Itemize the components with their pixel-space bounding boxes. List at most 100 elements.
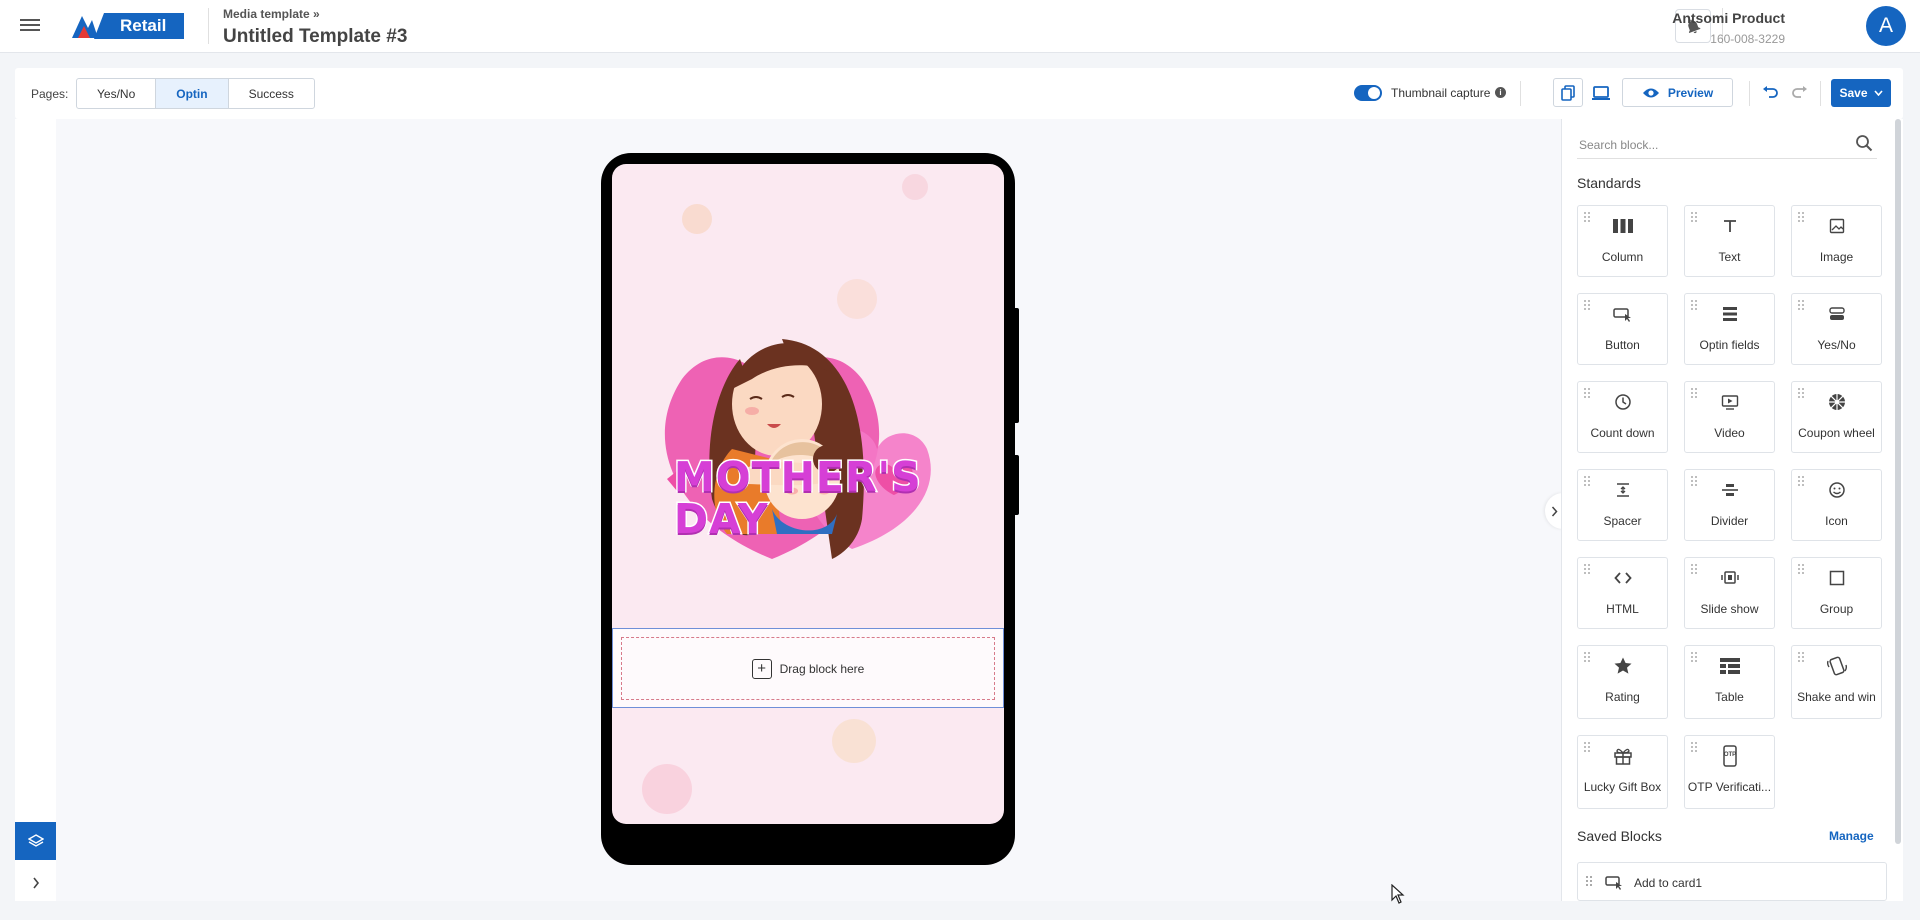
block-label: Image xyxy=(1819,250,1854,264)
block-group[interactable]: Group xyxy=(1791,557,1882,629)
artwork-heading: MOTHER'S DAY xyxy=(673,453,923,543)
artwork-heading-line: DAY xyxy=(673,495,770,543)
background-flower xyxy=(832,719,876,763)
chevron-down-icon xyxy=(1873,90,1883,96)
coupon-wheel-icon xyxy=(1792,390,1881,414)
thumbnail-toggle[interactable] xyxy=(1354,85,1382,101)
tab-optin[interactable]: Optin xyxy=(156,79,229,108)
breadcrumb[interactable]: Media template » xyxy=(223,7,320,21)
block-label: Yes/No xyxy=(1817,338,1856,352)
block-label: Table xyxy=(1715,690,1744,704)
preview-button[interactable]: Preview xyxy=(1622,78,1733,107)
block-button[interactable]: Button xyxy=(1577,293,1668,365)
drop-zone-inner[interactable]: + Drag block here xyxy=(621,637,995,700)
block-column[interactable]: Column xyxy=(1577,205,1668,277)
chevron-right-icon xyxy=(1551,506,1558,516)
block-table[interactable]: Table xyxy=(1684,645,1775,719)
block-label: Coupon wheel xyxy=(1798,426,1875,440)
save-button[interactable]: Save xyxy=(1831,79,1891,107)
side-button xyxy=(1015,455,1019,515)
saved-block-label: Add to card1 xyxy=(1634,876,1703,890)
thumbnail-label: Thumbnail capture xyxy=(1391,86,1491,100)
table-icon xyxy=(1685,654,1774,678)
block-label: OTP Verificati... xyxy=(1687,780,1772,794)
drag-handle-icon[interactable] xyxy=(1586,876,1594,888)
block-lucky-gift-box[interactable]: Lucky Gift Box xyxy=(1577,735,1668,809)
block-optin-fields[interactable]: Optin fields xyxy=(1684,293,1775,365)
device-toggle-button[interactable] xyxy=(1586,78,1616,107)
brand-label: Retail xyxy=(94,13,185,39)
template-screen[interactable]: MOTHER'S DAY + Drag block here xyxy=(612,164,1004,824)
block-label: Lucky Gift Box xyxy=(1583,780,1662,794)
video-icon xyxy=(1685,390,1774,414)
account-info[interactable]: Antsomi Product 160-008-3229 xyxy=(1672,10,1785,46)
tab-success[interactable]: Success xyxy=(229,79,314,108)
brand-logo[interactable]: Retail xyxy=(70,12,185,40)
divider-icon xyxy=(1685,478,1774,502)
column-icon xyxy=(1578,214,1667,238)
save-label: Save xyxy=(1839,86,1868,100)
search-block-field[interactable]: Search block... xyxy=(1577,129,1877,159)
artwork-heading-line: MOTHER'S xyxy=(673,453,923,501)
block-rating[interactable]: Rating xyxy=(1577,645,1668,719)
duplicate-button[interactable] xyxy=(1553,78,1583,107)
block-html[interactable]: HTML xyxy=(1577,557,1668,629)
drop-zone[interactable]: + Drag block here xyxy=(612,628,1004,708)
background-flower xyxy=(837,279,877,319)
expand-sidebar-button[interactable] xyxy=(15,866,56,900)
gift-icon xyxy=(1578,744,1667,768)
background-flower xyxy=(902,174,928,200)
tab-yes-no[interactable]: Yes/No xyxy=(77,79,157,108)
info-icon[interactable]: i xyxy=(1495,87,1506,98)
mobile-device-frame: MOTHER'S DAY + Drag block here xyxy=(601,153,1019,865)
laptop-icon xyxy=(1592,85,1610,100)
saved-blocks-heading: Saved Blocks xyxy=(1577,828,1662,844)
star-icon xyxy=(1578,654,1667,678)
undo-button[interactable] xyxy=(1760,83,1780,103)
block-spacer[interactable]: Spacer xyxy=(1577,469,1668,541)
block-coupon-wheel[interactable]: Coupon wheel xyxy=(1791,381,1882,453)
block-yes-no[interactable]: Yes/No xyxy=(1791,293,1882,365)
mouse-cursor-icon xyxy=(1391,884,1405,904)
panel-scrollbar[interactable] xyxy=(1895,119,1901,844)
side-button xyxy=(1015,308,1019,423)
svg-text:OTP: OTP xyxy=(1723,752,1735,758)
manage-link[interactable]: Manage xyxy=(1829,829,1874,843)
page-tabs: Yes/No Optin Success xyxy=(76,78,315,109)
blocks-panel: Search block... Standards Column Text Imag… xyxy=(1561,119,1903,901)
block-label: Text xyxy=(1718,250,1741,264)
menu-icon[interactable] xyxy=(20,16,40,36)
layers-button[interactable] xyxy=(15,822,56,860)
block-icon[interactable]: Icon xyxy=(1791,469,1882,541)
editor-canvas[interactable]: MOTHER'S DAY + Drag block here xyxy=(56,119,1561,904)
block-label: Icon xyxy=(1825,514,1848,528)
standards-heading: Standards xyxy=(1577,175,1641,191)
plus-icon: + xyxy=(751,658,772,679)
block-count-down[interactable]: Count down xyxy=(1577,381,1668,453)
code-icon xyxy=(1578,566,1667,590)
block-image[interactable]: Image xyxy=(1791,205,1882,277)
block-video[interactable]: Video xyxy=(1684,381,1775,453)
saved-block-item[interactable]: Add to card1 xyxy=(1577,862,1887,901)
block-label: Divider xyxy=(1710,514,1749,528)
background-flower xyxy=(682,204,712,234)
redo-button[interactable] xyxy=(1790,83,1810,103)
copy-icon xyxy=(1561,84,1575,101)
avatar[interactable]: A xyxy=(1866,6,1906,46)
block-text[interactable]: Text xyxy=(1684,205,1775,277)
divider xyxy=(1749,81,1750,106)
page-title[interactable]: Untitled Template #3 xyxy=(223,26,407,48)
block-divider[interactable]: Divider xyxy=(1684,469,1775,541)
image-icon xyxy=(1792,214,1881,238)
chevron-right-icon xyxy=(32,877,39,889)
layers-icon xyxy=(27,834,44,847)
search-icon[interactable] xyxy=(1855,134,1873,152)
left-rail xyxy=(15,119,56,901)
block-slide-show[interactable]: Slide show xyxy=(1684,557,1775,629)
editor-toolbar: Pages: Yes/No Optin Success Thumbnail ca… xyxy=(15,68,1903,119)
block-label: Column xyxy=(1601,250,1644,264)
block-otp-verificati[interactable]: OTP OTP Verificati... xyxy=(1684,735,1775,809)
divider xyxy=(208,8,209,44)
block-shake-and-win[interactable]: Shake and win xyxy=(1791,645,1882,719)
drop-zone-label: Drag block here xyxy=(779,661,865,676)
